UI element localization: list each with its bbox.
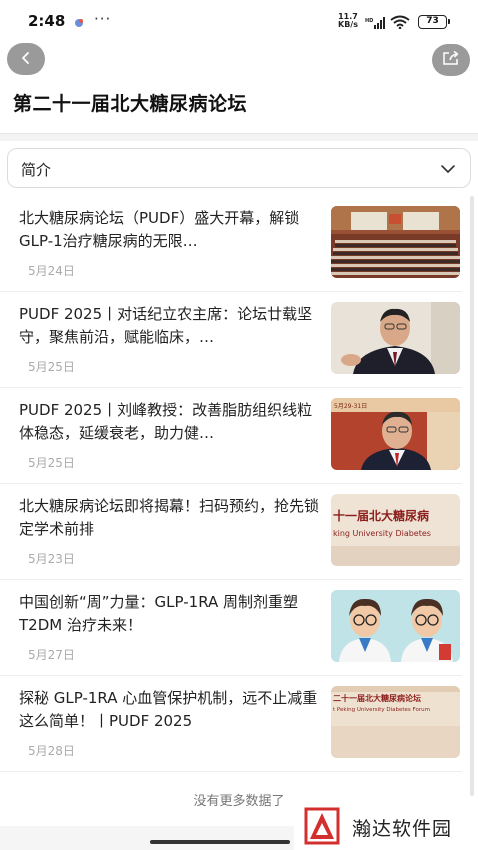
banner-title-text: 二十一届北大糖尿病论坛 xyxy=(333,693,421,703)
banner-subtitle-text: t Peking University Diabetes Forum xyxy=(333,707,430,713)
article-item[interactable]: 探秘 GLP-1RA 心血管保护机制，远不止减重这么简单！丨PUDF 2025 … xyxy=(0,676,462,772)
share-icon xyxy=(442,50,460,70)
article-item[interactable]: PUDF 2025丨对话纪立农主席：论坛廿载坚守，聚焦前沿，赋能临床，… 5月2… xyxy=(0,292,462,388)
status-bar: 2:48 ··· 11.7 KB/s HD 73 xyxy=(0,0,478,40)
article-thumbnail: 5月29-31日 xyxy=(331,398,460,470)
article-date: 5月25日 xyxy=(28,456,75,470)
wifi-icon xyxy=(390,14,410,33)
article-item[interactable]: 中国创新“周”力量：GLP-1RA 周制剂重塑 T2DM 治疗未来！ 5月27日 xyxy=(0,580,462,676)
article-title: 北大糖尿病论坛（PUDF）盛大开幕，解锁 GLP-1治疗糖尿病的无限… xyxy=(19,209,300,250)
status-time: 2:48 xyxy=(28,12,66,30)
watermark-text: 瀚达软件园 xyxy=(352,818,453,840)
banner-title-text: 十一届北大糖尿病 xyxy=(333,508,429,523)
svg-text:HD: HD xyxy=(365,18,373,24)
network-speed-unit: KB/s xyxy=(338,20,358,29)
scrollbar[interactable] xyxy=(470,196,474,796)
watermark: 瀚达软件园 xyxy=(294,802,478,850)
section-dropdown-value: 简介 xyxy=(21,161,52,179)
article-date: 5月28日 xyxy=(28,744,75,758)
home-indicator[interactable] xyxy=(150,840,290,844)
notification-app-icon xyxy=(73,14,85,27)
section-dropdown[interactable]: 简介 xyxy=(7,148,471,188)
page-title: 第二十一届北大糖尿病论坛 xyxy=(13,93,248,115)
article-thumbnail: 二十一届北大糖尿病论坛 t Peking University Diabetes… xyxy=(331,686,460,758)
battery-icon: 73 xyxy=(418,15,450,29)
article-title: 中国创新“周”力量：GLP-1RA 周制剂重塑 T2DM 治疗未来！ xyxy=(19,593,299,634)
handa-logo-icon xyxy=(300,805,344,850)
article-date: 5月27日 xyxy=(28,648,75,662)
share-button[interactable] xyxy=(432,44,470,76)
more-notifications-icon: ··· xyxy=(94,10,112,28)
article-title: 北大糖尿病论坛即将揭幕！扫码预约，抢先锁定学术前排 xyxy=(19,497,319,538)
article-title: PUDF 2025丨对话纪立农主席：论坛廿载坚守，聚焦前沿，赋能临床，… xyxy=(19,305,313,346)
article-thumbnail xyxy=(331,206,460,278)
divider xyxy=(0,133,478,141)
article-date: 5月25日 xyxy=(28,360,75,374)
back-button[interactable] xyxy=(7,43,45,75)
article-thumbnail: 十一届北大糖尿病 king University Diabetes xyxy=(331,494,460,566)
article-list: 北大糖尿病论坛（PUDF）盛大开幕，解锁 GLP-1治疗糖尿病的无限… 5月24… xyxy=(0,196,462,772)
article-item[interactable]: 北大糖尿病论坛即将揭幕！扫码预约，抢先锁定学术前排 5月23日 十一届北大糖尿病… xyxy=(0,484,462,580)
signal-icon: HD xyxy=(365,14,387,33)
network-speed: 11.7 KB/s xyxy=(338,13,358,29)
banner-subtitle-text: king University Diabetes xyxy=(333,529,431,538)
article-date: 5月23日 xyxy=(28,552,75,566)
article-thumbnail xyxy=(331,302,460,374)
article-date: 5月24日 xyxy=(28,264,75,278)
banner-date-text: 5月29-31日 xyxy=(334,403,367,410)
article-item[interactable]: 北大糖尿病论坛（PUDF）盛大开幕，解锁 GLP-1治疗糖尿病的无限… 5月24… xyxy=(0,196,462,292)
article-item[interactable]: PUDF 2025丨刘峰教授：改善脂肪组织线粒体稳态，延缓衰老，助力健… 5月2… xyxy=(0,388,462,484)
chevron-down-icon xyxy=(440,161,456,180)
chevron-left-icon xyxy=(19,50,33,69)
article-thumbnail xyxy=(331,590,460,662)
article-title: 探秘 GLP-1RA 心血管保护机制，远不止减重这么简单！丨PUDF 2025 xyxy=(19,689,318,730)
article-title: PUDF 2025丨刘峰教授：改善脂肪组织线粒体稳态，延缓衰老，助力健… xyxy=(19,401,313,442)
